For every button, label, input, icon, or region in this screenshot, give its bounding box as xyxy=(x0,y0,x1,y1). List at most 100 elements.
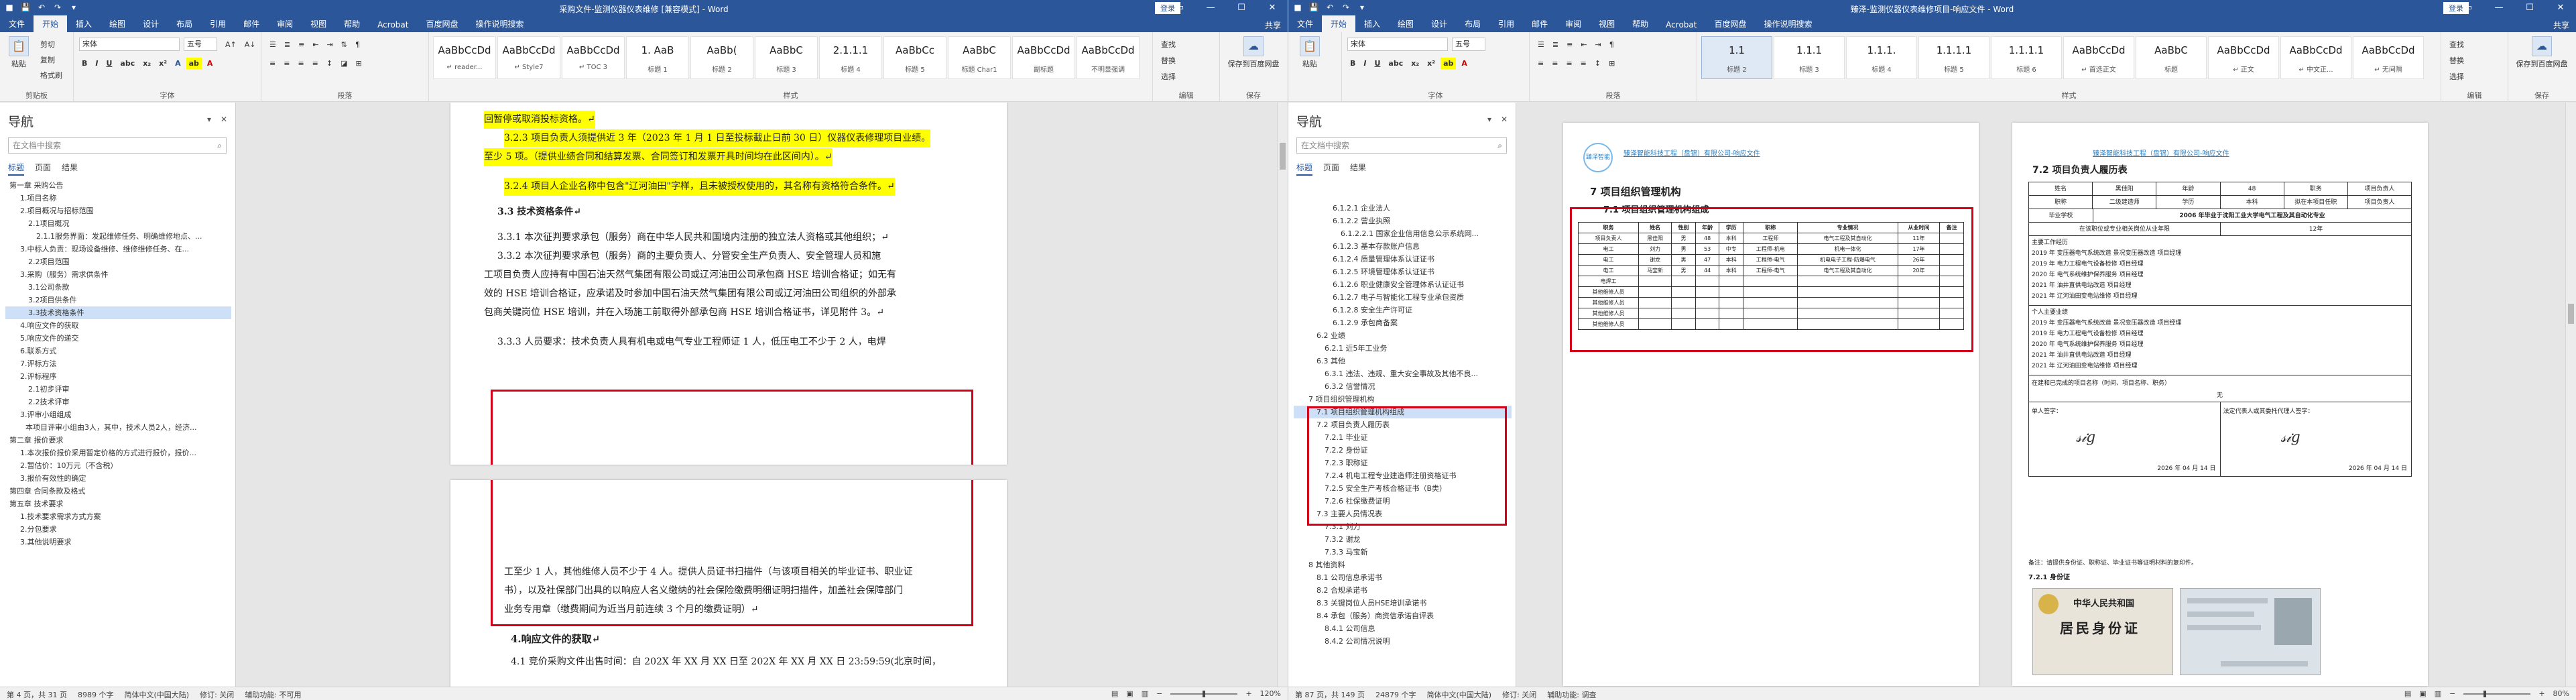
nav-tree-item[interactable]: 1.技术要求需求方式方案 xyxy=(5,510,231,523)
nav-tab-headings[interactable]: 标题 xyxy=(8,162,25,176)
align-center-icon[interactable]: ≡ xyxy=(281,58,292,69)
nav-tree-item[interactable]: 6.1.2.5 环境管理体系认证证书 xyxy=(1294,266,1512,278)
italic-icon[interactable]: I xyxy=(93,58,101,69)
highlight-icon[interactable]: ab xyxy=(1440,58,1457,69)
show-marks-icon[interactable]: ¶ xyxy=(1607,39,1617,50)
save-baidu-button[interactable]: ☁ 保存到百度网盘 xyxy=(2515,36,2569,69)
paste-button[interactable]: 📋 粘贴 xyxy=(4,36,34,69)
numbering-icon[interactable]: ≣ xyxy=(1550,39,1561,50)
tab-draw[interactable]: 绘图 xyxy=(101,15,134,32)
maximize-icon[interactable]: ☐ xyxy=(1226,0,1257,16)
font-color-icon[interactable]: A xyxy=(1459,58,1470,69)
page-count[interactable]: 第 87 页，共 149 页 xyxy=(1295,689,1365,700)
tab-view[interactable]: 视图 xyxy=(1590,15,1623,32)
tab-design[interactable]: 设计 xyxy=(1422,15,1456,32)
nav-tree-item[interactable]: 6.联系方式 xyxy=(5,345,231,357)
read-mode-icon[interactable]: ▤ xyxy=(1111,689,1118,698)
tab-design[interactable]: 设计 xyxy=(134,15,168,32)
nav-tree-item[interactable]: 第五章 技术要求 xyxy=(5,498,231,510)
increase-indent-icon[interactable]: ⇥ xyxy=(324,39,336,50)
nav-tree-item[interactable]: 8.2 合规承诺书 xyxy=(1294,584,1512,597)
nav-tree-item[interactable]: 6.1.2.8 安全生产许可证 xyxy=(1294,304,1512,316)
nav-tree-item[interactable]: 6.1.2.3 基本存款账户信息 xyxy=(1294,240,1512,253)
style-gallery-item[interactable]: AaBbC 标题 xyxy=(2136,36,2207,79)
paste-button[interactable]: 📋 粘贴 xyxy=(1295,36,1325,69)
style-gallery-item[interactable]: AaBbCcDd ↵ 首选正文 xyxy=(2063,36,2134,79)
track-changes[interactable]: 修订: 关闭 xyxy=(1502,689,1536,700)
style-gallery-item[interactable]: AaBbCcDd ↵ 中文正... xyxy=(2280,36,2351,79)
copy-button[interactable]: 复制 xyxy=(38,53,65,66)
show-marks-icon[interactable]: ¶ xyxy=(353,39,363,50)
align-right-icon[interactable]: ≡ xyxy=(1563,58,1575,69)
tab-layout[interactable]: 布局 xyxy=(168,15,201,32)
superscript-icon[interactable]: x² xyxy=(1424,58,1438,69)
nav-tree-item[interactable]: 3.3技术资格条件 xyxy=(5,306,231,319)
style-gallery-item[interactable]: 1.1.1.1 标题 5 xyxy=(1918,36,1989,79)
language[interactable]: 简体中文(中国大陆) xyxy=(124,689,189,700)
web-layout-icon[interactable]: ▥ xyxy=(1142,689,1148,698)
ribbon-display-icon[interactable]: ▭ xyxy=(1164,0,1195,16)
nav-tree-item[interactable]: 1.本次报价报价采用暂定价格的方式进行报价，报价... xyxy=(5,447,231,459)
zoom-out-icon[interactable]: − xyxy=(1156,689,1162,698)
nav-tree-item[interactable]: 2.暂估价：10万元（不含税） xyxy=(5,459,231,472)
select-button[interactable]: 选择 xyxy=(2447,70,2467,83)
zoom-level[interactable]: 120% xyxy=(1260,689,1281,698)
zoom-out-icon[interactable]: − xyxy=(2449,689,2455,698)
scroll-thumb[interactable] xyxy=(1280,143,1286,170)
tab-mailings[interactable]: 邮件 xyxy=(1523,15,1556,32)
nav-tab-pages[interactable]: 页面 xyxy=(35,162,51,176)
nav-tree-item[interactable]: 2.项目概况与招标范围 xyxy=(5,205,231,217)
font-size-box[interactable]: 五号 xyxy=(184,38,217,51)
tab-review[interactable]: 审阅 xyxy=(1556,15,1590,32)
style-gallery-item[interactable]: AaBbCcDd ↵ Style7 xyxy=(497,36,560,79)
style-gallery-item[interactable]: AaBbCcDd ↵ reader... xyxy=(433,36,496,79)
borders-icon[interactable]: ⊞ xyxy=(1606,58,1617,69)
nav-tree-item[interactable]: 2.1项目概况 xyxy=(5,217,231,230)
tab-file[interactable]: 文件 xyxy=(0,15,34,32)
tab-view[interactable]: 视图 xyxy=(302,15,335,32)
tab-insert[interactable]: 插入 xyxy=(1355,15,1389,32)
numbering-icon[interactable]: ≣ xyxy=(282,39,293,50)
cut-button[interactable]: 剪切 xyxy=(38,38,65,51)
increase-indent-icon[interactable]: ⇥ xyxy=(1593,39,1604,50)
tell-me-search[interactable]: 操作说明搜索 xyxy=(467,15,532,32)
sort-icon[interactable]: ⇅ xyxy=(339,39,350,50)
zoom-knob[interactable] xyxy=(1203,690,1206,697)
nav-tree-item[interactable]: 3.采购（服务）需求供条件 xyxy=(5,268,231,281)
nav-tree-item[interactable]: 6.1.2.2 营业执照 xyxy=(1294,215,1512,227)
bold-icon[interactable]: B xyxy=(79,58,90,69)
nav-tree-item[interactable]: 8.4.2 公司情况说明 xyxy=(1294,635,1512,648)
align-left-icon[interactable]: ≡ xyxy=(1535,58,1546,69)
nav-tree-item[interactable]: 第一章 采购公告 xyxy=(5,179,231,192)
zoom-in-icon[interactable]: + xyxy=(2538,689,2544,698)
nav-tree-item[interactable]: 8.4.1 公司信息 xyxy=(1294,622,1512,635)
nav-tree-item[interactable]: 3.2项目供条件 xyxy=(5,294,231,306)
nav-tree-item[interactable]: 7.评标方法 xyxy=(5,357,231,370)
nav-close-icon[interactable]: ✕ xyxy=(221,115,227,124)
vertical-scrollbar[interactable] xyxy=(1277,103,1288,687)
style-gallery-item[interactable]: 1.1 标题 2 xyxy=(1701,36,1772,79)
track-changes[interactable]: 修订: 关闭 xyxy=(200,689,234,700)
zoom-slider[interactable] xyxy=(2463,690,2531,697)
accessibility[interactable]: 辅助功能: 不可用 xyxy=(245,689,301,700)
zoom-in-icon[interactable]: + xyxy=(1245,689,1251,698)
nav-tree-item[interactable]: 6.1.2.9 承包商备案 xyxy=(1294,316,1512,329)
nav-tree-item[interactable]: 8.1 公司信息承诺书 xyxy=(1294,571,1512,584)
tab-references[interactable]: 引用 xyxy=(1489,15,1523,32)
justify-icon[interactable]: ≡ xyxy=(310,58,321,69)
nav-tree-item[interactable]: 3.其他说明要求 xyxy=(5,536,231,548)
nav-tree-item[interactable]: 8.4 承包（服务）商资信承诺自评表 xyxy=(1294,609,1512,622)
nav-tab-results[interactable]: 结果 xyxy=(62,162,78,176)
grow-font-icon[interactable]: A↑ xyxy=(223,39,239,50)
find-button[interactable]: 查找 xyxy=(2447,38,2467,51)
tab-mailings[interactable]: 邮件 xyxy=(235,15,268,32)
font-color-icon[interactable]: A xyxy=(204,58,216,69)
decrease-indent-icon[interactable]: ⇤ xyxy=(310,39,321,50)
subscript-icon[interactable]: x₂ xyxy=(1408,58,1422,69)
zoom-knob[interactable] xyxy=(2483,690,2487,697)
zoom-level[interactable]: 80% xyxy=(2553,689,2569,698)
style-gallery-item[interactable]: 2.1.1.1 标题 4 xyxy=(819,36,882,79)
minimize-icon[interactable]: — xyxy=(2483,0,2514,16)
close-icon[interactable]: ✕ xyxy=(2545,0,2576,16)
select-button[interactable]: 选择 xyxy=(1158,70,1178,83)
